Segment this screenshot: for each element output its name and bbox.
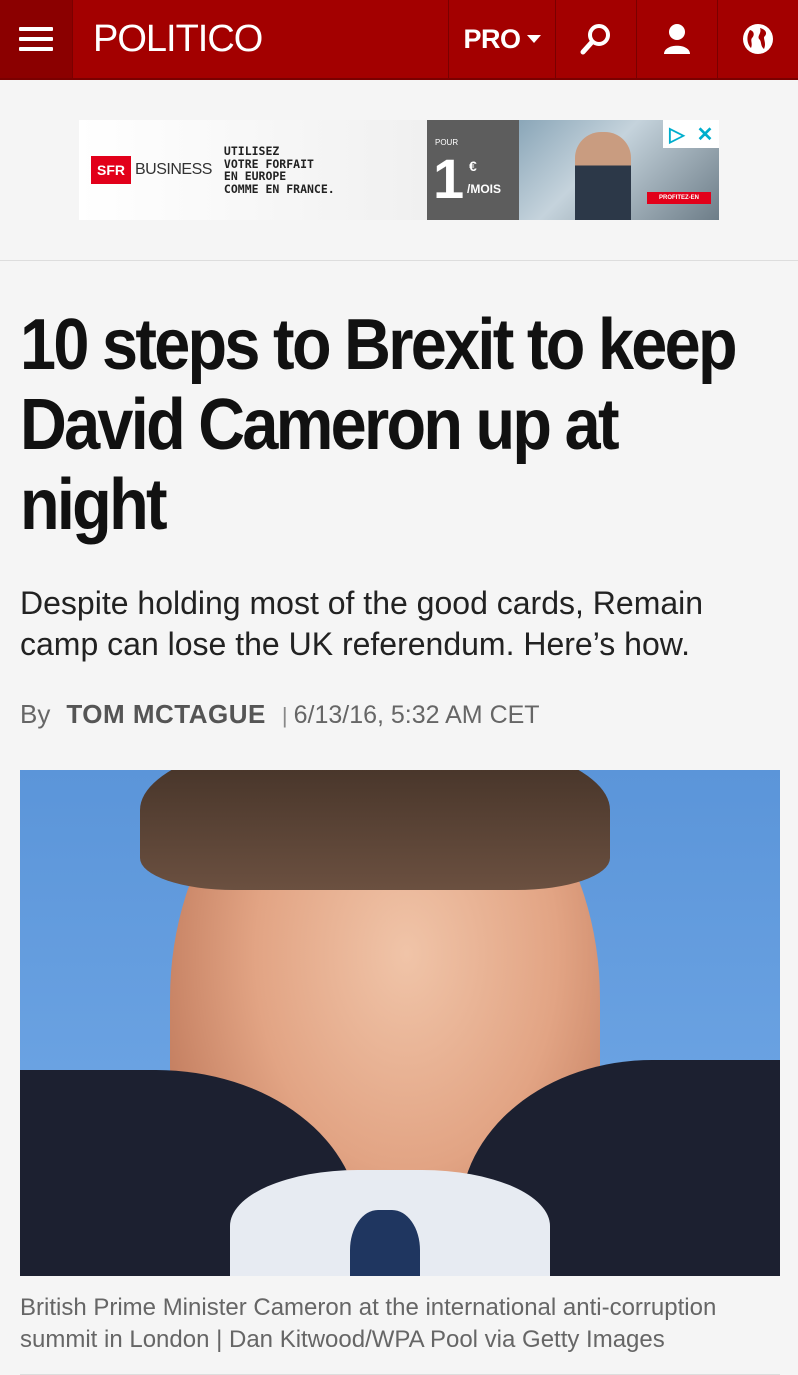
byline: By TOM MCTAGUE | 6/13/16, 5:32 AM CET — [20, 699, 778, 730]
ad-copy-line: COMME EN FRANCE. — [223, 181, 335, 196]
search-icon — [580, 24, 610, 55]
ad-person-image — [575, 132, 631, 220]
publish-date: 6/13/16, 5:32 AM CET — [293, 701, 540, 729]
close-ad-icon[interactable]: ✕ — [691, 120, 719, 148]
account-button[interactable] — [636, 0, 717, 78]
edition-button[interactable] — [717, 0, 798, 78]
ad-cta-button[interactable]: PROFITEZ-EN — [647, 192, 711, 204]
article-headline: 10 steps to Brexit to keep David Cameron… — [20, 305, 738, 545]
portrait-tie — [350, 1210, 420, 1276]
byline-prefix: By — [20, 699, 51, 729]
ad-brand-section: SFR BUSINESS UTILISEZ VOTRE FORFAIT EN E… — [79, 120, 427, 220]
hero-image[interactable] — [20, 770, 780, 1276]
globe-icon — [743, 24, 773, 54]
article-dek: Despite holding most of the good cards, … — [20, 585, 704, 662]
ad-price-block: POUR 1 € /MOIS — [427, 120, 519, 220]
caret-down-icon — [526, 35, 541, 43]
pro-label: PRO — [463, 23, 521, 54]
ad-copy-line: UTILISEZ — [223, 144, 280, 158]
ad-copy: UTILISEZ VOTRE FORFAIT EN EUROPE COMME E… — [224, 145, 335, 195]
sfr-logo: SFR — [91, 156, 131, 184]
ad-price-currency: € — [469, 158, 477, 174]
pro-dropdown-button[interactable]: PRO — [448, 0, 555, 78]
top-navigation-bar: POLITICO PRO — [0, 0, 798, 80]
adchoices-icon[interactable]: ▷ — [663, 120, 691, 148]
hamburger-icon — [19, 27, 53, 51]
menu-button[interactable] — [0, 0, 73, 78]
author-link[interactable]: TOM MCTAGUE — [66, 699, 266, 730]
ad-price-value: 1 — [433, 147, 465, 210]
search-button[interactable] — [555, 0, 636, 78]
ad-price-period: /MOIS — [467, 182, 502, 196]
ad-copy-line: EN EUROPE — [223, 169, 287, 183]
article: 10 steps to Brexit to keep David Cameron… — [0, 305, 798, 1375]
byline-separator: | — [281, 703, 288, 728]
portrait-hair — [140, 770, 610, 890]
advertisement-slot: SFR BUSINESS UTILISEZ VOTRE FORFAIT EN E… — [0, 80, 798, 261]
sfr-business-label: BUSINESS — [135, 161, 212, 178]
image-caption: British Prime Minister Cameron at the in… — [20, 1294, 717, 1353]
sfr-business-ad[interactable]: SFR BUSINESS UTILISEZ VOTRE FORFAIT EN E… — [79, 120, 719, 220]
politico-logo[interactable]: POLITICO — [73, 0, 448, 78]
ad-choices: ▷ ✕ — [663, 120, 719, 148]
user-icon — [664, 24, 690, 54]
